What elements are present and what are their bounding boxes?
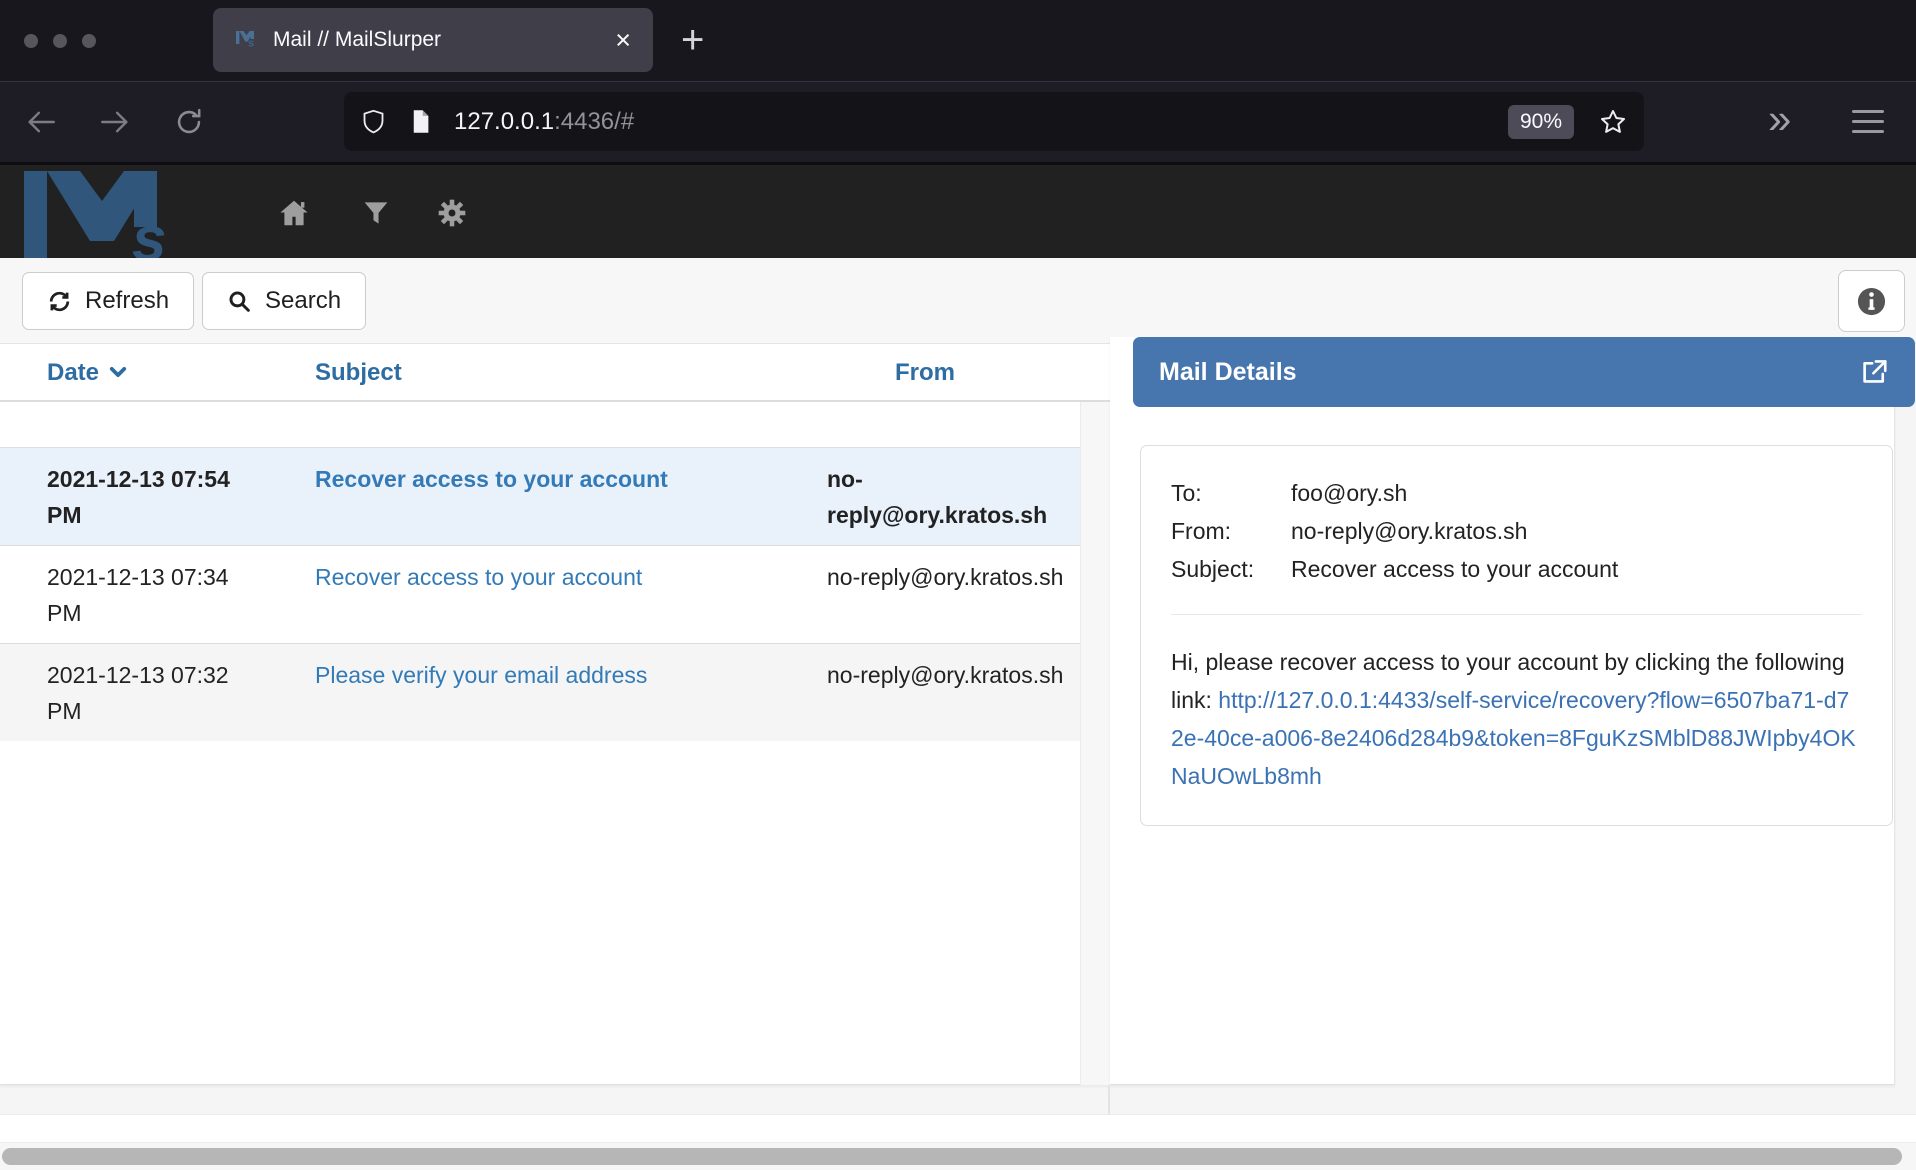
refresh-button[interactable]: Refresh — [22, 272, 194, 330]
subject-label: Subject: — [1171, 550, 1291, 588]
mail-details-title: Mail Details — [1159, 358, 1297, 387]
overflow-chevrons-icon[interactable]: » — [1768, 95, 1791, 143]
info-icon — [1856, 286, 1887, 317]
zoom-level-badge[interactable]: 90% — [1508, 105, 1574, 139]
subject-value: Recover access to your account — [1291, 550, 1618, 588]
meta-row-from: From: no-reply@ory.kratos.sh — [1171, 512, 1862, 550]
from-label: From: — [1171, 512, 1291, 550]
reload-icon[interactable] — [172, 105, 206, 139]
mail-row-selected[interactable]: 2021-12-13 07:54 PM Recover access to yo… — [0, 447, 1080, 545]
mail-date: 2021-12-13 07:54 PM — [47, 461, 252, 533]
mail-subject-link[interactable]: Recover access to your account — [315, 559, 855, 595]
new-tab-button[interactable]: + — [681, 18, 704, 62]
forward-icon[interactable] — [98, 105, 132, 139]
window-zoom-button[interactable] — [82, 34, 96, 48]
url-host: 127.0.0.1 — [454, 108, 554, 135]
mail-details-header: Mail Details — [1133, 337, 1915, 407]
url-bar[interactable]: 127.0.0.1:4436/# 90% — [344, 92, 1644, 151]
mail-details-card: To: foo@ory.sh From: no-reply@ory.kratos… — [1140, 445, 1893, 826]
mailslurper-logo[interactable]: s — [24, 167, 229, 263]
info-button[interactable] — [1838, 270, 1905, 332]
mail-row[interactable]: 2021-12-13 07:34 PM Recover access to yo… — [0, 545, 1080, 643]
app-navbar: s — [0, 162, 1916, 258]
hamburger-menu-icon[interactable] — [1852, 110, 1884, 134]
mail-date: 2021-12-13 07:32 PM — [47, 657, 252, 729]
column-header-date[interactable]: Date — [47, 344, 128, 400]
mail-list-scrollbar-track[interactable] — [1080, 402, 1110, 1085]
meta-row-to: To: foo@ory.sh — [1171, 474, 1862, 512]
mail-list-panel: Date Subject From 2021-12-13 07:54 PM Re… — [0, 344, 1110, 1085]
search-icon — [227, 289, 252, 314]
table-header-divider — [0, 400, 1110, 402]
search-button[interactable]: Search — [202, 272, 366, 330]
mail-row[interactable]: 2021-12-13 07:32 PM Please verify your e… — [0, 643, 1080, 741]
browser-navbar: 127.0.0.1:4436/# 90% » — [0, 81, 1916, 162]
card-divider — [1171, 614, 1862, 615]
column-header-from[interactable]: From — [895, 344, 955, 400]
panel-divider-line — [1108, 1085, 1110, 1115]
browser-tab[interactable]: s Mail // MailSlurper × — [213, 8, 653, 72]
tab-close-icon[interactable]: × — [615, 25, 631, 56]
svg-text:s: s — [248, 37, 254, 49]
to-value: foo@ory.sh — [1291, 474, 1407, 512]
url-text[interactable]: 127.0.0.1:4436/# — [454, 108, 634, 136]
refresh-icon — [47, 289, 72, 314]
back-icon[interactable] — [24, 105, 58, 139]
mail-from: no-reply@ory.kratos.sh — [827, 461, 1075, 533]
column-header-subject[interactable]: Subject — [315, 344, 402, 400]
column-header-date-label: Date — [47, 359, 99, 386]
mail-date: 2021-12-13 07:34 PM — [47, 559, 252, 631]
mail-body: Hi, please recover access to your accoun… — [1171, 643, 1862, 795]
app-toolbar: Refresh Search — [0, 258, 1916, 344]
recovery-link[interactable]: http://127.0.0.1:4433/self-service/recov… — [1171, 687, 1856, 789]
mailslurper-window: s Mail // MailSlurper × + 127.0.0.1:4436… — [0, 0, 1916, 1170]
home-icon[interactable] — [278, 197, 310, 229]
mail-subject-link[interactable]: Recover access to your account — [315, 461, 855, 497]
refresh-button-label: Refresh — [85, 287, 169, 315]
browser-tab-bar: s Mail // MailSlurper × + — [0, 0, 1916, 81]
to-label: To: — [1171, 474, 1291, 512]
filter-icon[interactable] — [360, 197, 392, 229]
horizontal-scrollbar-track[interactable] — [0, 1143, 1916, 1170]
from-value: no-reply@ory.kratos.sh — [1291, 512, 1527, 550]
svg-text:s: s — [132, 205, 166, 263]
settings-gear-icon[interactable] — [436, 197, 468, 229]
mail-from: no-reply@ory.kratos.sh — [827, 657, 1075, 693]
mail-details-panel: Mail Details To: foo@ory.sh From: no-rep… — [1110, 337, 1895, 1085]
tab-title: Mail // MailSlurper — [273, 28, 441, 52]
window-controls[interactable] — [24, 34, 96, 48]
bookmark-star-icon[interactable] — [1598, 107, 1628, 137]
mail-rows: 2021-12-13 07:54 PM Recover access to yo… — [0, 447, 1080, 741]
mail-from: no-reply@ory.kratos.sh — [827, 559, 1075, 595]
search-button-label: Search — [265, 287, 341, 315]
url-path: :4436/# — [554, 108, 634, 135]
open-external-icon[interactable] — [1859, 357, 1889, 387]
window-minimize-button[interactable] — [53, 34, 67, 48]
page-info-icon — [407, 108, 434, 135]
tab-favicon-mailslurper-icon: s — [235, 26, 259, 55]
mail-subject-link[interactable]: Please verify your email address — [315, 657, 855, 693]
meta-row-subject: Subject: Recover access to your account — [1171, 550, 1862, 588]
sort-descending-icon — [108, 346, 128, 366]
tracking-shield-icon[interactable] — [360, 108, 387, 135]
bottom-strip — [0, 1114, 1916, 1143]
horizontal-scrollbar-thumb[interactable] — [2, 1148, 1902, 1165]
window-close-button[interactable] — [24, 34, 38, 48]
